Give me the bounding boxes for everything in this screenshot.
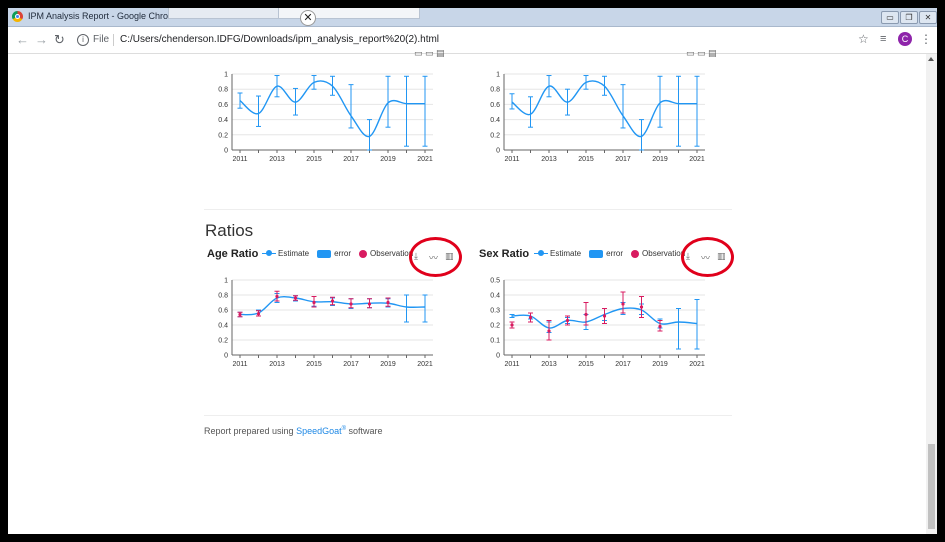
legend-error-label[interactable]: error bbox=[606, 249, 623, 258]
y-tick-label: 0.5 bbox=[490, 278, 500, 285]
x-tick-label: 2013 bbox=[269, 156, 285, 163]
x-tick-label: 2017 bbox=[343, 361, 359, 368]
x-tick-label: 2021 bbox=[689, 156, 705, 163]
legend-error-icon[interactable] bbox=[589, 249, 604, 258]
sex-ratio-legend: Estimate error Observation bbox=[534, 249, 685, 258]
observation-point bbox=[547, 329, 551, 333]
y-tick-label: 0.2 bbox=[218, 338, 228, 345]
legend-estimate-label[interactable]: Estimate bbox=[278, 249, 309, 258]
observation-point bbox=[256, 312, 261, 316]
x-tick-label: 2021 bbox=[417, 361, 433, 368]
survival-chart-left: 0 0.2 0.4 0.6 0.8 1 2011 2013 2015 2017 2019 2021 0 0… bbox=[218, 72, 705, 368]
y-tick-label: 0.4 bbox=[490, 293, 500, 300]
legend-estimate-icon[interactable] bbox=[534, 250, 548, 257]
observation-point bbox=[602, 314, 607, 318]
legend-error-icon[interactable] bbox=[317, 249, 332, 258]
observation-point bbox=[639, 305, 644, 309]
x-tick-label: 2015 bbox=[578, 361, 594, 368]
y-tick-label: 0 bbox=[496, 148, 500, 155]
x-tick-label: 2011 bbox=[232, 156, 247, 163]
footer-divider bbox=[204, 415, 732, 416]
speedgoat-link[interactable]: SpeedGoat bbox=[296, 426, 342, 436]
legend-observation-icon[interactable] bbox=[631, 249, 640, 258]
observation-point bbox=[238, 312, 242, 317]
y-tick-label: 0.3 bbox=[490, 308, 500, 315]
observation-point bbox=[293, 296, 298, 300]
y-tick-label: 1 bbox=[496, 72, 500, 79]
x-tick-label: 2011 bbox=[504, 361, 519, 368]
x-tick-label: 2013 bbox=[541, 156, 557, 163]
x-tick-label: 2013 bbox=[269, 361, 285, 368]
legend-estimate-icon[interactable] bbox=[262, 250, 276, 257]
x-tick-label: 2019 bbox=[380, 361, 396, 368]
x-tick-label: 2015 bbox=[306, 156, 322, 163]
y-tick-label: 0.8 bbox=[490, 87, 500, 94]
x-tick-label: 2017 bbox=[615, 361, 631, 368]
observation-point bbox=[584, 312, 588, 317]
x-tick-label: 2019 bbox=[380, 156, 396, 163]
y-tick-label: 0.8 bbox=[218, 293, 228, 300]
x-tick-label: 2021 bbox=[689, 361, 705, 368]
y-tick-label: 0.4 bbox=[218, 117, 228, 124]
x-tick-label: 2019 bbox=[652, 361, 668, 368]
observation-point bbox=[386, 300, 390, 305]
y-tick-label: 0 bbox=[224, 353, 228, 360]
x-tick-label: 2015 bbox=[306, 361, 322, 368]
y-tick-label: 0 bbox=[224, 148, 228, 155]
legend-observation-label[interactable]: Observation bbox=[642, 249, 685, 258]
observation-point bbox=[312, 300, 316, 305]
browser-window: IPM Analysis Report - Google Chrome ✕ ▭ … bbox=[8, 8, 937, 534]
section-title: Ratios bbox=[205, 221, 254, 240]
y-tick-label: 0.4 bbox=[490, 117, 500, 124]
y-tick-label: 0.6 bbox=[218, 308, 228, 315]
y-tick-label: 0.4 bbox=[218, 323, 228, 330]
observation-point bbox=[349, 302, 353, 306]
section-divider bbox=[204, 209, 732, 210]
age-ratio-title: Age Ratio bbox=[207, 248, 259, 260]
observation-point bbox=[658, 324, 662, 329]
footer-prefix: Report prepared using bbox=[204, 426, 297, 436]
x-tick-label: 2011 bbox=[232, 361, 247, 368]
x-tick-label: 2015 bbox=[578, 156, 594, 163]
y-tick-label: 1 bbox=[224, 278, 228, 285]
x-tick-label: 2019 bbox=[652, 156, 668, 163]
y-tick-label: 0.2 bbox=[490, 132, 500, 139]
observation-point bbox=[565, 318, 570, 323]
footer: Report prepared using SpeedGoat® softwar… bbox=[204, 426, 383, 436]
sex-ratio-title: Sex Ratio bbox=[479, 248, 530, 260]
observation-point bbox=[275, 294, 279, 299]
legend-observation-label[interactable]: Observation bbox=[370, 249, 413, 258]
highlight-circle bbox=[681, 237, 734, 277]
y-tick-label: 0.2 bbox=[218, 132, 228, 139]
legend-estimate-label[interactable]: Estimate bbox=[550, 249, 581, 258]
y-tick-label: 0.8 bbox=[218, 87, 228, 94]
y-tick-label: 0.6 bbox=[218, 102, 228, 109]
observation-point bbox=[510, 323, 514, 327]
highlight-circle bbox=[409, 237, 462, 277]
x-tick-label: 2017 bbox=[615, 156, 631, 163]
y-tick-label: 0.2 bbox=[490, 323, 500, 330]
legend-error-label[interactable]: error bbox=[334, 249, 351, 258]
x-tick-label: 2011 bbox=[504, 156, 519, 163]
y-tick-label: 0.1 bbox=[490, 338, 500, 345]
observation-point bbox=[367, 302, 372, 306]
age-ratio-legend: Estimate error Observation bbox=[262, 249, 413, 258]
observation-point bbox=[330, 299, 335, 303]
x-tick-label: 2021 bbox=[417, 156, 433, 163]
x-tick-label: 2017 bbox=[343, 156, 359, 163]
y-tick-label: 0 bbox=[496, 353, 500, 360]
observation-point bbox=[621, 302, 625, 306]
observation-point bbox=[528, 315, 533, 320]
legend-observation-icon[interactable] bbox=[359, 249, 368, 258]
y-tick-label: 0.6 bbox=[490, 102, 500, 109]
x-tick-label: 2013 bbox=[541, 361, 557, 368]
y-tick-label: 1 bbox=[224, 72, 228, 79]
footer-suffix: software bbox=[346, 426, 383, 436]
